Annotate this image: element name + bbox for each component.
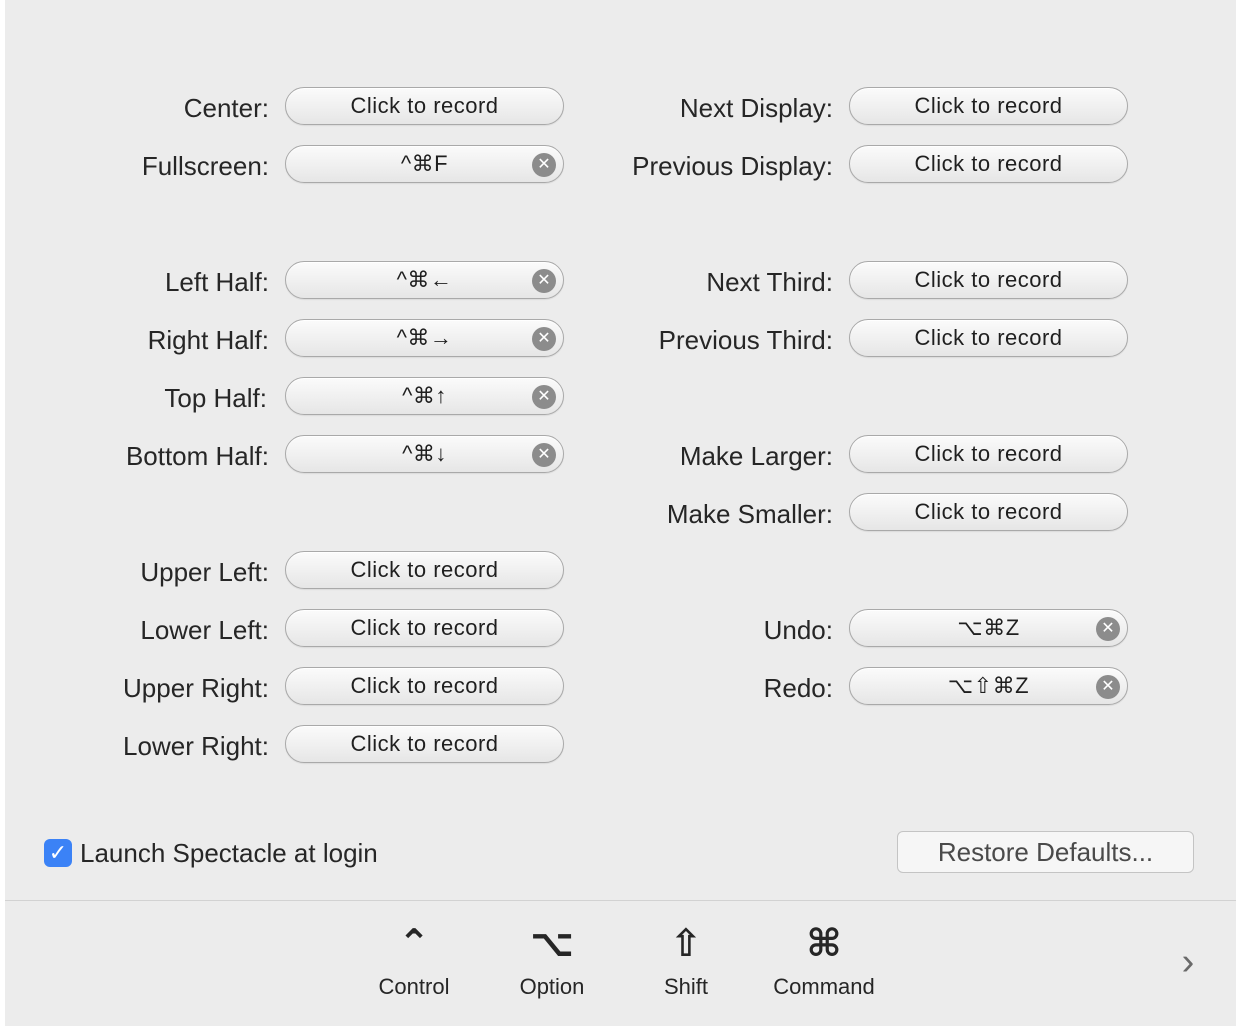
upper-right-shortcut-value: Click to record <box>350 673 499 698</box>
bottom-half-label: Bottom Half: <box>125 441 269 471</box>
lower-right-shortcut-value: Click to record <box>350 731 499 756</box>
previous-third-label: Previous Third: <box>658 325 833 355</box>
next-third-label: Next Third: <box>706 267 833 297</box>
right-half-shortcut-field[interactable]: ^⌘→ ✕ <box>285 319 564 357</box>
clear-icon[interactable]: ✕ <box>1096 617 1120 641</box>
center-shortcut-value: Click to record <box>350 93 499 118</box>
upper-left-shortcut-value: Click to record <box>350 557 499 582</box>
right-half-label: Right Half: <box>147 325 269 355</box>
left-half-label: Left Half: <box>164 267 269 297</box>
next-display-label: Next Display: <box>679 93 833 123</box>
clear-icon[interactable]: ✕ <box>1096 675 1120 699</box>
upper-right-shortcut-field[interactable]: Click to record <box>285 667 564 705</box>
clear-icon[interactable]: ✕ <box>532 153 556 177</box>
previous-third-shortcut-value: Click to record <box>914 325 1063 350</box>
left-half-shortcut-field[interactable]: ^⌘← ✕ <box>285 261 564 299</box>
undo-label: Undo: <box>763 615 833 645</box>
divider <box>5 900 1236 901</box>
option-key-icon: ⌥ <box>530 923 574 965</box>
spectacle-preferences-window: Center: Click to record Fullscreen: ^⌘F … <box>5 0 1236 1026</box>
top-half-shortcut-value: ^⌘↑ <box>402 383 447 408</box>
clear-icon[interactable]: ✕ <box>532 385 556 409</box>
modifier-shift: ⇧ Shift <box>621 918 751 1000</box>
modifier-label: Shift <box>663 974 709 999</box>
command-key-icon: ⌘ <box>806 923 842 965</box>
lower-left-shortcut-field[interactable]: Click to record <box>285 609 564 647</box>
modifier-label: Option <box>519 974 585 999</box>
modifier-control: ⌃ Control <box>349 918 479 1000</box>
modifier-label: Control <box>378 974 450 999</box>
modifier-option: ⌥ Option <box>487 918 617 1000</box>
center-label: Center: <box>183 93 269 123</box>
make-larger-shortcut-field[interactable]: Click to record <box>849 435 1128 473</box>
upper-right-label: Upper Right: <box>123 673 269 703</box>
make-larger-label: Make Larger: <box>679 441 833 471</box>
next-display-shortcut-value: Click to record <box>914 93 1063 118</box>
left-half-shortcut-value: ^⌘← <box>396 267 453 292</box>
upper-left-label: Upper Left: <box>140 557 269 587</box>
fullscreen-shortcut-value: ^⌘F <box>400 151 449 176</box>
top-half-label: Top Half: <box>164 383 267 413</box>
redo-shortcut-value: ⌥⇧⌘Z <box>947 673 1030 698</box>
checkmark-icon: ✓ <box>48 840 68 865</box>
top-half-shortcut-field[interactable]: ^⌘↑ ✕ <box>285 377 564 415</box>
control-key-icon: ⌃ <box>398 923 430 965</box>
modifier-label: Command <box>773 974 875 999</box>
lower-right-label: Lower Right: <box>123 731 269 761</box>
previous-third-shortcut-field[interactable]: Click to record <box>849 319 1128 357</box>
redo-shortcut-field[interactable]: ⌥⇧⌘Z ✕ <box>849 667 1128 705</box>
previous-display-shortcut-field[interactable]: Click to record <box>849 145 1128 183</box>
make-smaller-label: Make Smaller: <box>666 499 833 529</box>
upper-left-shortcut-field[interactable]: Click to record <box>285 551 564 589</box>
modifier-command: ⌘ Command <box>759 918 889 1000</box>
launch-at-login-checkbox[interactable]: ✓ <box>44 839 72 867</box>
fullscreen-shortcut-field[interactable]: ^⌘F ✕ <box>285 145 564 183</box>
next-display-shortcut-field[interactable]: Click to record <box>849 87 1128 125</box>
clear-icon[interactable]: ✕ <box>532 327 556 351</box>
launch-at-login-label[interactable]: Launch Spectacle at login <box>80 838 378 868</box>
undo-shortcut-field[interactable]: ⌥⌘Z ✕ <box>849 609 1128 647</box>
next-third-shortcut-field[interactable]: Click to record <box>849 261 1128 299</box>
clear-icon[interactable]: ✕ <box>532 269 556 293</box>
lower-left-shortcut-value: Click to record <box>350 615 499 640</box>
right-half-shortcut-value: ^⌘→ <box>396 325 453 350</box>
next-third-shortcut-value: Click to record <box>914 267 1063 292</box>
lower-left-label: Lower Left: <box>140 615 269 645</box>
restore-defaults-button[interactable]: Restore Defaults... <box>897 831 1194 873</box>
fullscreen-label: Fullscreen: <box>141 151 269 181</box>
make-smaller-shortcut-value: Click to record <box>914 499 1063 524</box>
previous-display-shortcut-value: Click to record <box>914 151 1063 176</box>
center-shortcut-field[interactable]: Click to record <box>285 87 564 125</box>
shift-key-icon: ⇧ <box>670 923 702 965</box>
redo-label: Redo: <box>763 673 833 703</box>
bottom-half-shortcut-field[interactable]: ^⌘↓ ✕ <box>285 435 564 473</box>
undo-shortcut-value: ⌥⌘Z <box>957 615 1020 640</box>
make-larger-shortcut-value: Click to record <box>914 441 1063 466</box>
make-smaller-shortcut-field[interactable]: Click to record <box>849 493 1128 531</box>
clear-icon[interactable]: ✕ <box>532 443 556 467</box>
previous-display-label: Previous Display: <box>632 151 833 181</box>
chevron-right-icon[interactable]: › <box>1173 940 1203 984</box>
bottom-half-shortcut-value: ^⌘↓ <box>402 441 447 466</box>
lower-right-shortcut-field[interactable]: Click to record <box>285 725 564 763</box>
